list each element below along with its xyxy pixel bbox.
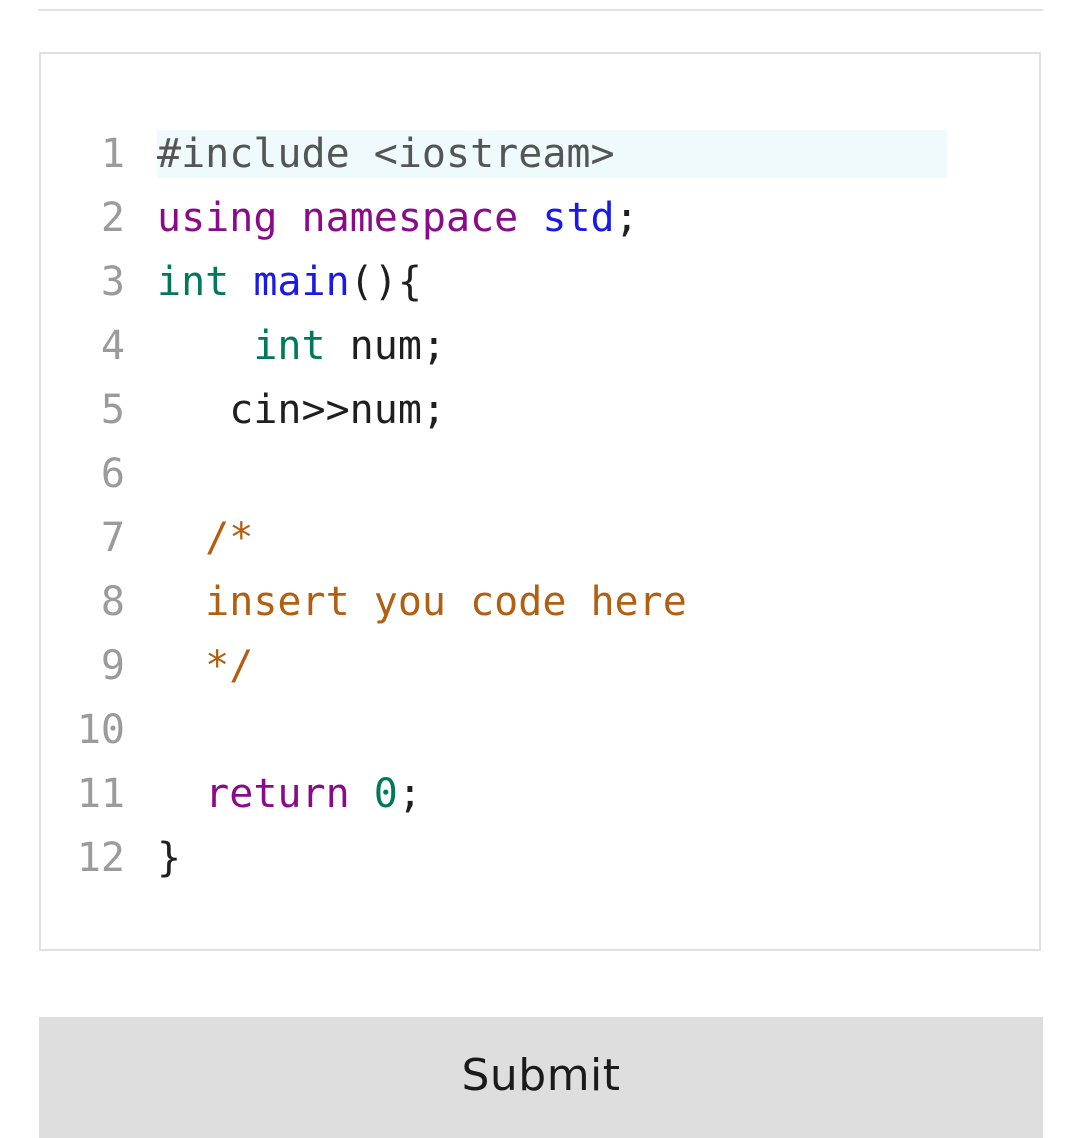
- code-token-func: main: [253, 259, 350, 305]
- code-line[interactable]: 6: [41, 442, 1039, 506]
- line-number: 8: [100, 579, 125, 625]
- code-token-punct: }: [157, 835, 182, 881]
- code-token-number: 0: [373, 771, 398, 817]
- code-line[interactable]: 1 #include <iostream>: [41, 122, 1039, 186]
- code-token-type: int: [253, 323, 326, 369]
- code-token-comment: */: [157, 643, 254, 689]
- submit-button-label: Submit: [461, 1049, 621, 1101]
- code-token-keyword: return: [205, 771, 350, 817]
- code-token-keyword: namespace: [301, 195, 519, 241]
- line-code[interactable]: }: [157, 834, 947, 882]
- code-token-preproc: <iostream>: [373, 131, 615, 177]
- code-token-punct: ;: [397, 771, 422, 817]
- line-code[interactable]: [157, 450, 947, 498]
- code-token-punct: ;: [614, 195, 639, 241]
- line-number: 6: [100, 451, 125, 497]
- code-token-comment: insert you code here: [157, 579, 687, 625]
- line-number: 7: [100, 515, 125, 561]
- line-code[interactable]: int num;: [157, 322, 947, 370]
- code-token-type: int: [157, 259, 230, 305]
- code-editor[interactable]: 1 #include <iostream> 2 using namespace std…: [39, 52, 1041, 951]
- code-line[interactable]: 7 /*: [41, 506, 1039, 570]
- line-code[interactable]: return 0;: [157, 770, 947, 818]
- line-code[interactable]: #include <iostream>: [157, 130, 947, 178]
- code-line[interactable]: 3 int main(){: [41, 250, 1039, 314]
- code-line[interactable]: 11 return 0;: [41, 762, 1039, 826]
- code-line[interactable]: 8 insert you code here: [41, 570, 1039, 634]
- line-number: 11: [76, 771, 125, 817]
- line-number: 2: [100, 195, 125, 241]
- code-token-plain: cin>>num;: [157, 387, 446, 433]
- line-number: 5: [100, 387, 125, 433]
- code-line[interactable]: 2 using namespace std;: [41, 186, 1039, 250]
- code-token-plain: num;: [325, 323, 446, 369]
- line-code[interactable]: cin>>num;: [157, 386, 947, 434]
- code-line[interactable]: 10: [41, 698, 1039, 762]
- code-line[interactable]: 5 cin>>num;: [41, 378, 1039, 442]
- line-code[interactable]: /*: [157, 514, 947, 562]
- top-divider: [38, 9, 1043, 11]
- line-number: 9: [100, 643, 125, 689]
- code-token-keyword: using: [157, 195, 278, 241]
- line-number: 1: [100, 131, 125, 177]
- code-token-comment: /*: [157, 515, 254, 561]
- line-number: 12: [76, 835, 125, 881]
- code-line[interactable]: 4 int num;: [41, 314, 1039, 378]
- code-line-list: 1 #include <iostream> 2 using namespace std…: [41, 122, 1039, 890]
- line-code[interactable]: int main(){: [157, 258, 947, 306]
- code-line[interactable]: 12}: [41, 826, 1039, 890]
- code-line[interactable]: 9 */: [41, 634, 1039, 698]
- code-token-ns: std: [542, 195, 615, 241]
- line-number: 3: [100, 259, 125, 305]
- line-code[interactable]: */: [157, 642, 947, 690]
- submit-button[interactable]: Submit: [39, 1017, 1043, 1138]
- line-number: 4: [100, 323, 125, 369]
- line-code[interactable]: [157, 706, 947, 754]
- code-token-punct: (){: [349, 259, 422, 305]
- line-number: 10: [76, 707, 125, 753]
- line-code[interactable]: using namespace std;: [157, 194, 947, 242]
- code-token-preproc: #include: [157, 131, 374, 177]
- line-code[interactable]: insert you code here: [157, 578, 947, 626]
